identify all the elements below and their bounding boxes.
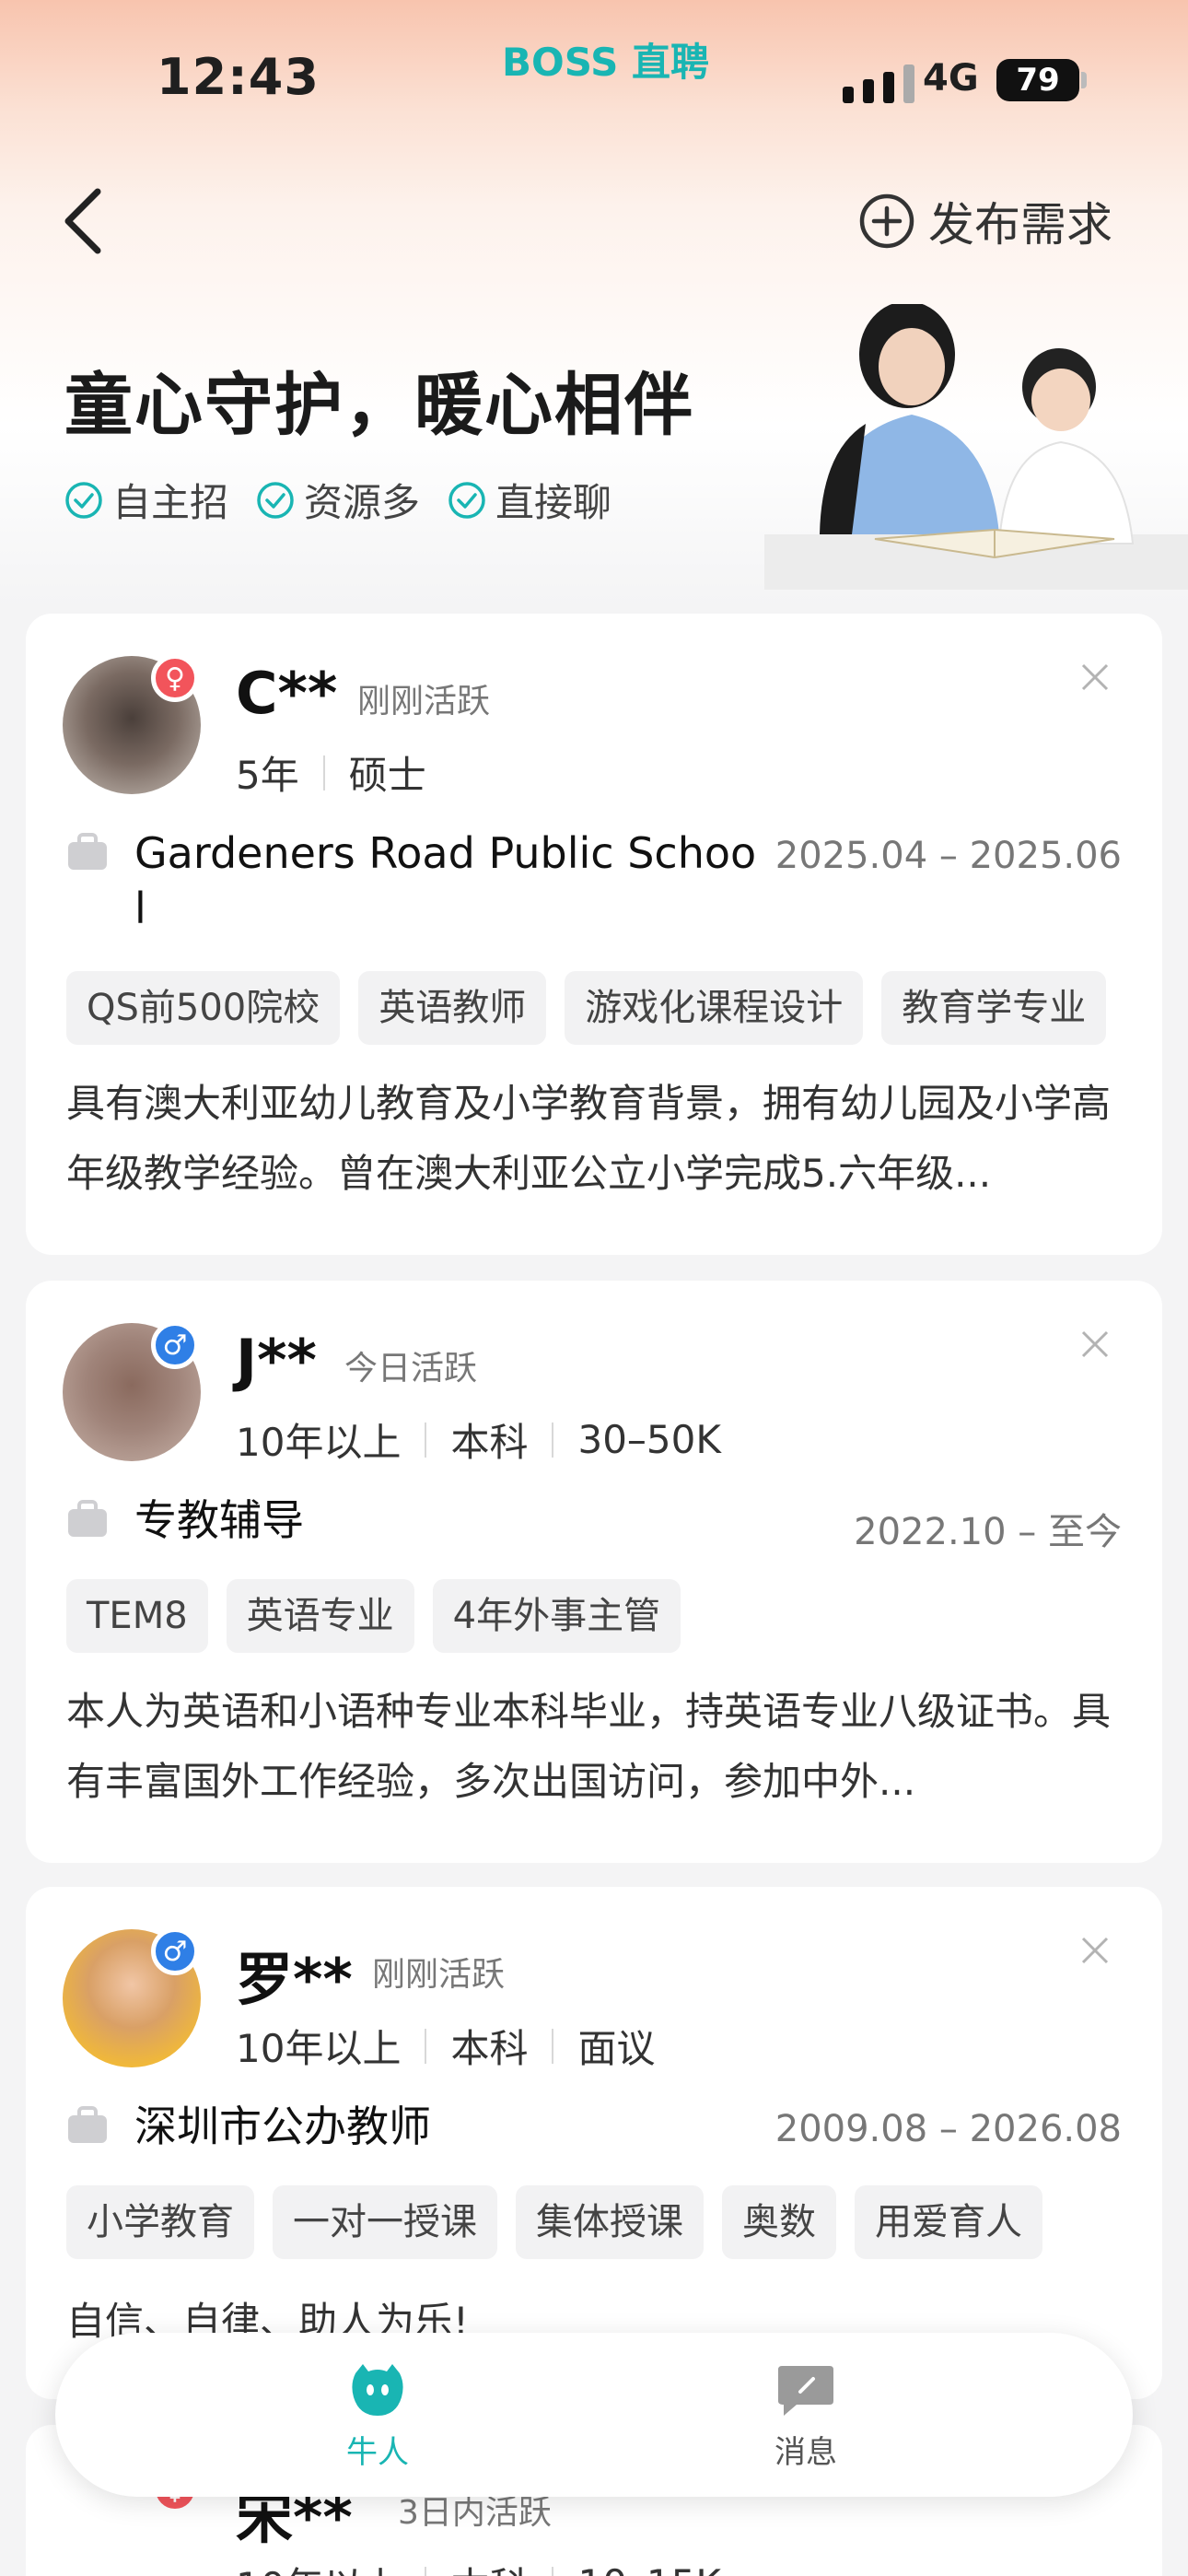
briefcase-icon bbox=[68, 2106, 107, 2143]
face-icon bbox=[352, 2364, 403, 2416]
hero-features: 自主招 资源多 直接聊 bbox=[64, 472, 611, 528]
work-experience: Gardeners Road Public Schoo l bbox=[66, 825, 761, 936]
tag: 英语教师 bbox=[358, 971, 547, 1045]
tag: 英语专业 bbox=[226, 1579, 414, 1653]
check-circle-icon bbox=[257, 481, 294, 519]
salary: 面议 bbox=[577, 2026, 656, 2071]
feature-item: 自主招 bbox=[64, 472, 228, 528]
tab-label: 消息 bbox=[775, 2434, 837, 2471]
publish-demand-button[interactable]: 发布需求 bbox=[858, 189, 1112, 253]
battery-icon: 79 bbox=[996, 59, 1087, 101]
male-icon: ♂ bbox=[151, 1927, 199, 1975]
candidate-card[interactable]: ♂ J** 今日活跃 10年以上 本科 30–50K 专教辅导 2022.10 … bbox=[26, 1281, 1162, 1863]
bottom-tab-bar: 牛人 消息 bbox=[55, 2333, 1133, 2497]
work-date: 2009.08 – 2026.08 bbox=[775, 2108, 1122, 2150]
tag: QS前500院校 bbox=[66, 971, 341, 1045]
tag-list: 小学教育 一对一授课 集体授课 奥数 用爱育人 bbox=[66, 2185, 1042, 2259]
tag: 用爱育人 bbox=[855, 2185, 1042, 2259]
work-place: Gardeners Road Public Schoo l bbox=[134, 828, 757, 933]
candidate-meta: 10年以上 本科 10–15K bbox=[236, 2556, 721, 2576]
male-icon: ♂ bbox=[151, 1321, 199, 1369]
status-time: 12:43 bbox=[157, 48, 320, 106]
tag-list: QS前500院校 英语教师 游戏化课程设计 教育学专业 bbox=[66, 971, 1107, 1045]
feature-label: 自主招 bbox=[112, 480, 229, 525]
salary: 30–50K bbox=[577, 1417, 721, 1462]
close-icon[interactable] bbox=[1079, 1329, 1111, 1360]
experience: 10年以上 bbox=[236, 2556, 401, 2576]
close-icon[interactable] bbox=[1079, 662, 1111, 693]
education: 本科 bbox=[450, 2556, 528, 2576]
salary: 10–15K bbox=[577, 2561, 720, 2576]
active-status: 刚刚活跃 bbox=[372, 1956, 506, 1994]
feature-label: 直接聊 bbox=[495, 480, 612, 525]
tag: TEM8 bbox=[66, 1579, 208, 1653]
tab-talent[interactable]: 牛人 bbox=[239, 2360, 516, 2472]
briefcase-icon bbox=[68, 1500, 107, 1537]
experience: 10年以上 bbox=[236, 1420, 402, 1465]
education: 本科 bbox=[450, 2026, 529, 2071]
work-date: 2025.04 – 2025.06 bbox=[775, 835, 1122, 877]
tag: 一对一授课 bbox=[273, 2185, 497, 2259]
plus-circle-icon bbox=[859, 193, 914, 249]
tag: 游戏化课程设计 bbox=[565, 971, 864, 1045]
active-status: 刚刚活跃 bbox=[357, 683, 491, 720]
work-place: 深圳市公办教师 bbox=[134, 2102, 431, 2151]
candidate-meta: 5年 硕士 bbox=[236, 744, 426, 801]
work-date: 2022.10 – 至今 bbox=[854, 1511, 1122, 1553]
active-status: 今日活跃 bbox=[344, 1350, 478, 1388]
feature-item: 资源多 bbox=[256, 472, 420, 528]
signal-icon bbox=[843, 63, 926, 103]
hero-title: 童心守护，暖心相伴 bbox=[64, 366, 694, 445]
check-circle-icon bbox=[65, 481, 102, 519]
tag: 教育学专业 bbox=[881, 971, 1107, 1045]
candidate-description: 本人为英语和小语种专业本科毕业，持英语专业八级证书。具有丰富国外工作经验，多次出… bbox=[66, 1689, 1112, 1804]
experience: 10年以上 bbox=[236, 2026, 402, 2071]
education: 硕士 bbox=[348, 753, 426, 798]
tag: 4年外事主管 bbox=[432, 1579, 681, 1653]
candidate-card[interactable]: ♀ C** 刚刚活跃 5年 硕士 Gardeners Road Public S… bbox=[26, 614, 1162, 1255]
work-place: 专教辅导 bbox=[134, 1495, 304, 1545]
candidate-description: 具有澳大利亚幼儿教育及小学教育背景，拥有幼儿园及小学高年级教学经验。曾在澳大利亚… bbox=[66, 1081, 1112, 1196]
back-arrow-icon[interactable] bbox=[57, 184, 112, 258]
network-type: 4G bbox=[923, 57, 979, 100]
tab-messages[interactable]: 消息 bbox=[668, 2360, 944, 2472]
feature-item: 直接聊 bbox=[448, 472, 611, 528]
check-circle-icon bbox=[448, 481, 485, 519]
tag: 集体授课 bbox=[516, 2185, 704, 2259]
candidate-name: C** bbox=[236, 660, 338, 727]
education: 本科 bbox=[450, 1420, 529, 1465]
work-experience: 深圳市公办教师 bbox=[66, 2099, 761, 2154]
candidate-name: J** bbox=[236, 1327, 317, 1394]
app-brand: BOSS 直聘 bbox=[502, 40, 709, 85]
feature-label: 资源多 bbox=[304, 480, 421, 525]
close-icon[interactable] bbox=[1079, 1935, 1111, 1966]
teacher-child-illustration bbox=[764, 304, 1188, 590]
tab-label: 牛人 bbox=[346, 2434, 409, 2471]
tag: 奥数 bbox=[722, 2185, 836, 2259]
briefcase-icon bbox=[68, 833, 107, 870]
message-icon bbox=[778, 2366, 833, 2416]
candidate-meta: 10年以上 本科 面议 bbox=[236, 2018, 655, 2074]
work-experience: 专教辅导 bbox=[66, 1493, 761, 1548]
candidate-name: 罗** bbox=[236, 1946, 353, 2013]
candidate-card[interactable]: ♂ 罗** 刚刚活跃 10年以上 本科 面议 深圳市公办教师 2009.08 –… bbox=[26, 1887, 1162, 2399]
female-icon: ♀ bbox=[151, 654, 199, 702]
publish-demand-label: 发布需求 bbox=[928, 198, 1112, 252]
tag: 小学教育 bbox=[66, 2185, 254, 2259]
candidate-meta: 10年以上 本科 30–50K bbox=[236, 1411, 721, 1468]
tag-list: TEM8 英语专业 4年外事主管 bbox=[66, 1579, 681, 1653]
experience: 5年 bbox=[236, 753, 299, 798]
